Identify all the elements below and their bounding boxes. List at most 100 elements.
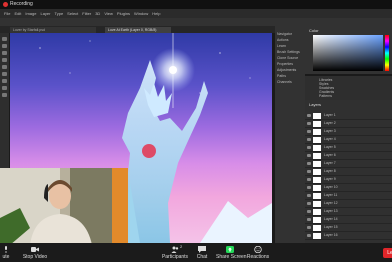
recording-label: Recording (10, 1, 33, 7)
photoshop-menubar: File Edit Image Layer Type Select Filter… (0, 9, 392, 18)
panel-paths[interactable]: Paths (277, 74, 286, 78)
panel-channels[interactable]: Channels (277, 80, 292, 84)
layer-thumbnail (313, 201, 321, 207)
visibility-eye-icon[interactable] (307, 194, 311, 197)
panel-brush-settings[interactable]: Brush Settings (277, 50, 300, 54)
visibility-eye-icon[interactable] (307, 202, 311, 205)
visibility-eye-icon[interactable] (307, 226, 311, 229)
crop-tool-icon[interactable] (2, 58, 7, 62)
layer-thumbnail (313, 161, 321, 167)
layer-name: Layer 7 (324, 161, 336, 165)
lasso-tool-icon[interactable] (2, 51, 7, 55)
visibility-eye-icon[interactable] (307, 146, 311, 149)
layer-name: Layer 10 (324, 185, 338, 189)
gradient-tool-icon[interactable] (2, 79, 7, 83)
menu-view[interactable]: View (104, 9, 113, 18)
layer-row[interactable]: Layer 13 (305, 208, 392, 216)
layer-row[interactable]: Layer 5 (305, 144, 392, 152)
menu-3d[interactable]: 3D (95, 9, 100, 18)
zoom-top-bar: Recording (0, 0, 392, 9)
visibility-eye-icon[interactable] (307, 178, 311, 181)
visibility-eye-icon[interactable] (307, 210, 311, 213)
layer-thumbnail (313, 177, 321, 183)
menu-layer[interactable]: Layer (40, 9, 50, 18)
layer-row[interactable]: Layer 1 (305, 112, 392, 120)
layer-row[interactable]: Layer 15 (305, 224, 392, 232)
panel-learn[interactable]: Learn (277, 44, 286, 48)
zoom-controls-bar: ute Stop Video Participants 2 Chat Share… (0, 243, 392, 262)
visibility-eye-icon[interactable] (307, 170, 311, 173)
share-screen-label: Share Screen (216, 254, 247, 260)
visibility-eye-icon[interactable] (307, 154, 311, 157)
participants-label: Participants (161, 254, 189, 260)
visibility-eye-icon[interactable] (307, 162, 311, 165)
marquee-tool-icon[interactable] (2, 44, 7, 48)
panel-actions[interactable]: Actions (277, 38, 288, 42)
visibility-eye-icon[interactable] (307, 234, 311, 237)
hue-slider[interactable] (385, 35, 389, 71)
layer-thumbnail (313, 169, 321, 175)
visibility-eye-icon[interactable] (307, 130, 311, 133)
menu-window[interactable]: Window (134, 9, 148, 18)
panel-clone-source[interactable]: Clone Source (277, 56, 298, 60)
panel-navigator[interactable]: Navigator (277, 32, 292, 36)
layer-name: Layer 13 (324, 209, 338, 213)
panel-properties[interactable]: Properties (277, 62, 293, 66)
webcam-feed (0, 168, 128, 245)
layer-row[interactable]: Layer 16 (305, 232, 392, 240)
reactions-button[interactable]: Reactions (246, 246, 270, 260)
panel-adjustments[interactable]: Adjustments (277, 68, 296, 72)
text-tool-icon[interactable] (2, 86, 7, 90)
layer-row[interactable]: Layer 12 (305, 200, 392, 208)
visibility-eye-icon[interactable] (307, 218, 311, 221)
layer-thumbnail (313, 233, 321, 239)
menu-image[interactable]: Image (25, 9, 36, 18)
libraries-panel: Libraries Styles Swatches Gradients Patt… (305, 76, 392, 100)
layer-name: Layer 6 (324, 153, 336, 157)
brush-tool-icon[interactable] (2, 65, 7, 69)
layer-row[interactable]: Layer 3 (305, 128, 392, 136)
layer-row[interactable]: Layer 10 (305, 184, 392, 192)
visibility-eye-icon[interactable] (307, 114, 311, 117)
share-screen-button[interactable]: Share Screen (216, 246, 247, 260)
layer-thumbnail (313, 121, 321, 127)
layer-name: Layer 3 (324, 129, 336, 133)
layer-row[interactable]: Layer 6 (305, 152, 392, 160)
layer-row[interactable]: Layer 9 (305, 176, 392, 184)
mute-label: ute (2, 254, 10, 260)
color-picker-field[interactable] (313, 35, 383, 71)
visibility-eye-icon[interactable] (307, 186, 311, 189)
menu-type[interactable]: Type (55, 9, 64, 18)
menu-filter[interactable]: Filter (82, 9, 91, 18)
layer-row[interactable]: Layer 2 (305, 120, 392, 128)
participants-button[interactable]: Participants (160, 246, 190, 260)
layer-row[interactable]: Layer 4 (305, 136, 392, 144)
layer-name: Layer 16 (324, 233, 338, 237)
layer-thumbnail (313, 153, 321, 159)
layer-row[interactable]: Layer 7 (305, 160, 392, 168)
end-meeting-button[interactable]: Le (383, 248, 392, 258)
layers-panel-title: Layers (309, 102, 322, 107)
layer-thumbnail (313, 193, 321, 199)
layer-row[interactable]: Layer 11 (305, 192, 392, 200)
layer-row[interactable]: Layer 14 (305, 216, 392, 224)
menu-plugins[interactable]: Plugins (117, 9, 130, 18)
library-item[interactable]: Patterns (319, 94, 332, 98)
menu-help[interactable]: Help (152, 9, 160, 18)
visibility-eye-icon[interactable] (307, 138, 311, 141)
mute-button[interactable]: ute (0, 246, 12, 260)
eraser-tool-icon[interactable] (2, 72, 7, 76)
layer-row[interactable]: Layer 8 (305, 168, 392, 176)
chat-button[interactable]: Chat (195, 246, 209, 260)
stop-video-button[interactable]: Stop Video (22, 246, 48, 260)
visibility-eye-icon[interactable] (307, 122, 311, 125)
menu-file[interactable]: File (4, 9, 10, 18)
layers-panel: Layers Layer 1 Layer 2 Layer 3 Layer 4 Layer… (305, 100, 392, 245)
menu-edit[interactable]: Edit (14, 9, 21, 18)
chat-icon (198, 246, 206, 253)
menu-select[interactable]: Select (67, 9, 78, 18)
layer-thumbnail (313, 217, 321, 223)
move-tool-icon[interactable] (2, 37, 7, 41)
hand-tool-icon[interactable] (2, 93, 7, 97)
reactions-label: Reactions (246, 254, 270, 260)
